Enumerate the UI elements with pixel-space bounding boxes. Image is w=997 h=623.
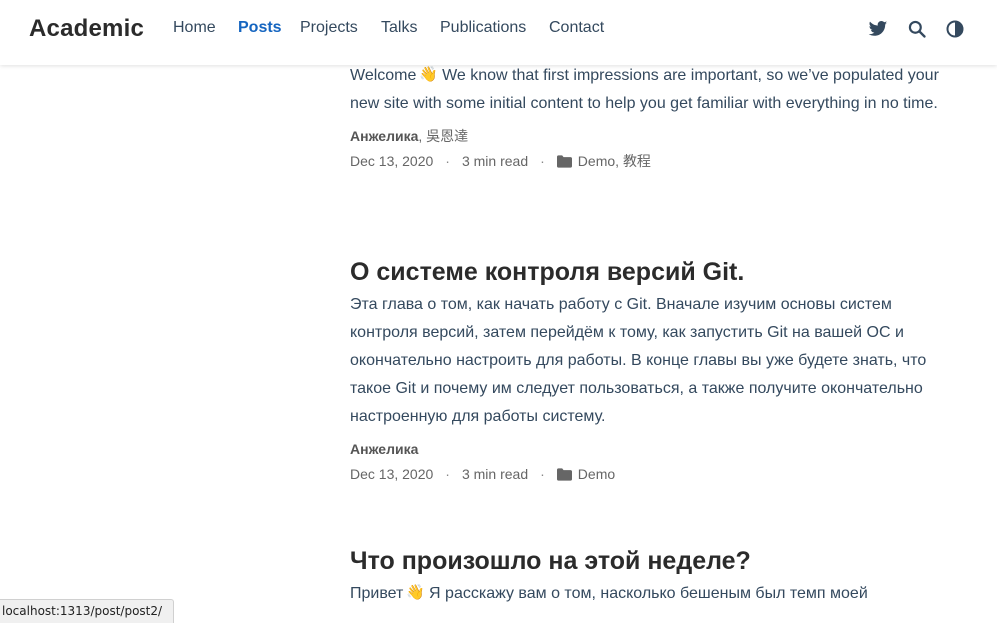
search-icon[interactable] [907, 19, 927, 39]
folder-icon [556, 467, 572, 481]
post-meta: Dec 13, 2020 · 3 min read · Demo [350, 465, 950, 483]
site-brand[interactable]: Academic [29, 15, 144, 43]
nav-talks[interactable]: Talks [381, 19, 417, 37]
nav-publications[interactable]: Publications [440, 19, 526, 37]
navbar: Academic Home Posts Projects Talks Publi… [0, 0, 997, 65]
category-link[interactable]: Demo [578, 465, 615, 483]
waving-hand-icon: 👋 [419, 66, 439, 83]
post-meta: Dec 13, 2020 · 3 min read · Demo, 教程 [350, 152, 651, 170]
post-item: Что произошло на этой неделе? Привет 👋 Я р… [350, 547, 950, 608]
post-summary: Эта глава о том, как начать работу с Git… [350, 296, 927, 425]
meta-separator: · [445, 153, 450, 169]
post-authors: Анжелика [350, 440, 950, 458]
meta-separator: · [540, 466, 545, 482]
nav-home[interactable]: Home [173, 19, 216, 37]
author-link[interactable]: Анжелика [350, 128, 418, 144]
nav-posts[interactable]: Posts [238, 19, 282, 37]
meta-separator: · [445, 466, 450, 482]
read-time: 3 min read [461, 466, 529, 482]
nav-projects[interactable]: Projects [300, 19, 358, 37]
author-link[interactable]: Анжелика [350, 441, 418, 457]
post-item: Welcome 👋 We know that first impressions a… [350, 62, 950, 170]
post-item: О системе контроля версий Git. Эта глава… [350, 258, 950, 483]
nav-contact[interactable]: Contact [549, 19, 604, 37]
post-summary: Welcome 👋 We know that first impressions a… [350, 66, 939, 112]
post-title[interactable]: О системе контроля версий Git. [350, 258, 950, 287]
author-link[interactable]: 吳恩達 [426, 128, 468, 144]
twitter-icon[interactable] [868, 19, 888, 39]
post-title[interactable]: Что произошло на этой неделе? [350, 547, 950, 576]
post-date: Dec 13, 2020 [350, 466, 434, 482]
post-authors: Анжелика, 吳恩達 [350, 128, 469, 144]
category-link[interactable]: Demo [578, 152, 615, 170]
category-link[interactable]: 教程 [623, 152, 651, 170]
post-date: Dec 13, 2020 [350, 153, 434, 169]
dark-mode-icon[interactable] [945, 19, 965, 39]
waving-hand-icon: 👋 [406, 584, 426, 601]
folder-icon [556, 154, 572, 168]
read-time: 3 min read [461, 153, 529, 169]
browser-status-url: localhost:1313/post/post2/ [0, 599, 174, 623]
post-summary: Привет 👋 Я расскажу вам о том, насколько б… [350, 584, 868, 602]
meta-separator: · [540, 153, 545, 169]
